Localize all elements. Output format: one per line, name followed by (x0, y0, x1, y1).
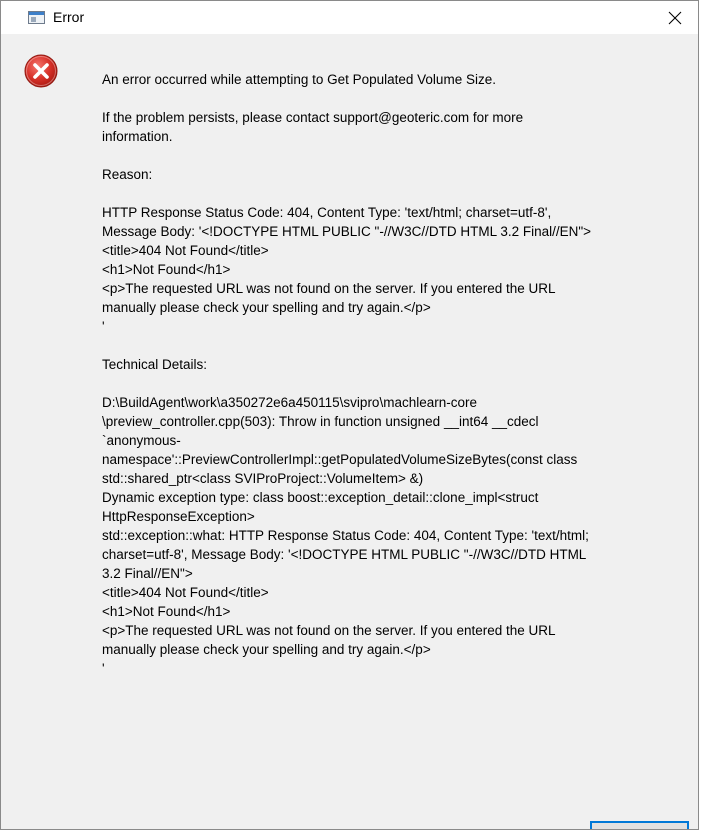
message-line: <p>The requested URL was not found on th… (102, 623, 556, 638)
message-line: ' (102, 319, 105, 334)
message-line (102, 184, 687, 203)
message-line: `anonymous- (102, 433, 181, 448)
message-line: <title>404 Not Found</title> (102, 585, 269, 600)
message-line: 3.2 Final//EN"> (102, 566, 193, 581)
message-line: D:\BuildAgent\work\a350272e6a450115\svip… (102, 395, 477, 410)
message-line: <p>The requested URL was not found on th… (102, 281, 556, 296)
message-line: Message Body: '<!DOCTYPE HTML PUBLIC "-/… (102, 224, 592, 239)
message-line: charset=utf-8', Message Body: '<!DOCTYPE… (102, 547, 587, 562)
message-line: <h1>Not Found</h1> (102, 262, 231, 277)
error-dialog: Error An error occurred while attempting… (0, 0, 699, 830)
message-line (102, 146, 687, 165)
message-line: ' (102, 661, 105, 676)
window-icon (28, 11, 45, 24)
close-button[interactable] (652, 1, 698, 34)
message-line: Reason: (102, 167, 153, 182)
message-line: information. (102, 129, 173, 144)
cancel-button[interactable]: Cancel (590, 821, 689, 829)
message-line: <h1>Not Found</h1> (102, 604, 231, 619)
message-line: HTTP Response Status Code: 404, Content … (102, 205, 552, 220)
message-line (102, 374, 687, 393)
message-line: namespace'::PreviewControllerImpl::getPo… (102, 452, 578, 467)
message-line: Dynamic exception type: class boost::exc… (102, 490, 539, 505)
message-line: manually please check your spelling and … (102, 642, 431, 657)
message-line: <title>404 Not Found</title> (102, 243, 269, 258)
message-line: An error occurred while attempting to Ge… (102, 72, 496, 87)
error-message: An error occurred while attempting to Ge… (102, 70, 687, 678)
message-line: std::exception::what: HTTP Response Stat… (102, 528, 589, 543)
error-icon (24, 54, 58, 88)
message-line: \preview_controller.cpp(503): Throw in f… (102, 414, 539, 429)
dialog-content: An error occurred while attempting to Ge… (1, 34, 698, 829)
close-icon (668, 11, 682, 24)
message-line: std::shared_ptr<class SVIProProject::Vol… (102, 471, 424, 486)
window-title: Error (53, 9, 85, 25)
message-line (102, 89, 687, 108)
title-bar[interactable]: Error (1, 1, 698, 34)
message-line: HttpResponseException> (102, 509, 255, 524)
message-line: If the problem persists, please contact … (102, 110, 524, 125)
message-line: manually please check your spelling and … (102, 300, 431, 315)
message-line: Technical Details: (102, 357, 208, 372)
message-line (102, 336, 687, 355)
